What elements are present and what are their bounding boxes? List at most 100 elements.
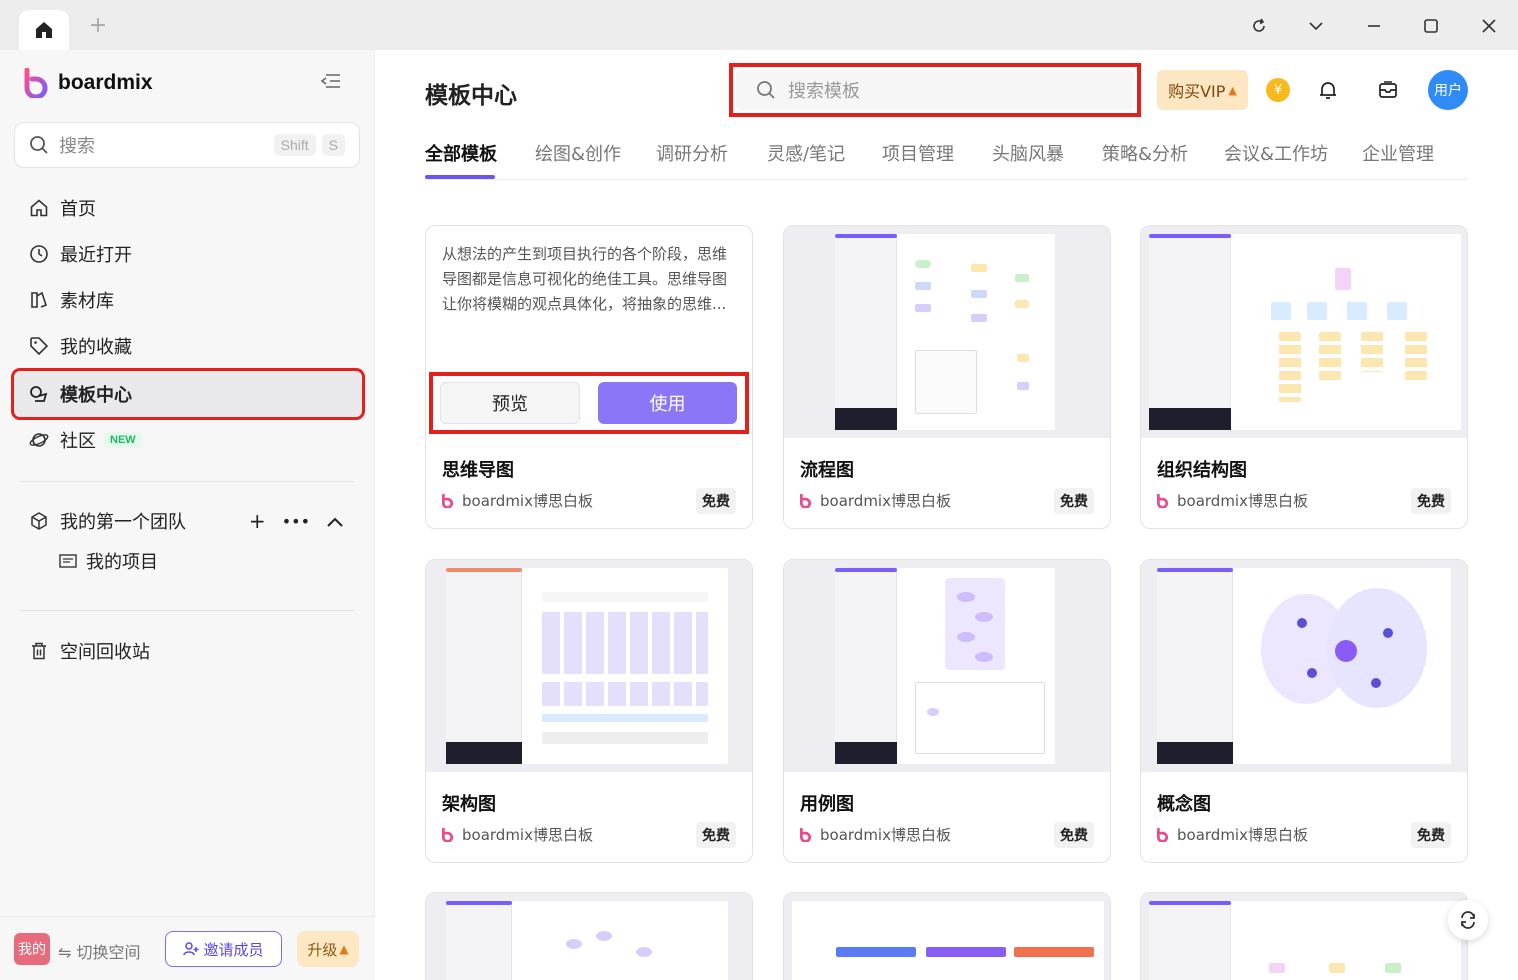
template-card-partial[interactable] xyxy=(783,892,1111,980)
template-thumbnail xyxy=(1141,893,1467,980)
template-card-orgchart[interactable]: 组织结构图 boardmix博思白板 免费 xyxy=(1140,225,1468,529)
card-title: 用例图 xyxy=(800,794,854,815)
card-title: 架构图 xyxy=(442,794,496,815)
thumbnail-sidebar xyxy=(835,568,897,764)
template-thumbnail xyxy=(426,893,752,980)
boardmix-logo-icon xyxy=(442,493,454,508)
arrow-up-icon: ▲ xyxy=(1228,83,1237,97)
template-thumbnail xyxy=(784,560,1110,772)
template-card-partial[interactable] xyxy=(425,892,753,980)
arrow-up-icon: ▲ xyxy=(339,942,349,956)
card-author: boardmix博思白板 xyxy=(442,824,593,845)
shortcut-s: S xyxy=(321,134,345,156)
boardmix-logo-icon xyxy=(442,827,454,842)
home-icon xyxy=(36,22,52,38)
refresh-fab-button[interactable] xyxy=(1448,900,1488,940)
template-card-flowchart[interactable]: 流程图 boardmix博思白板 免费 xyxy=(783,225,1111,529)
use-button[interactable]: 使用 xyxy=(598,382,737,424)
tab-meeting[interactable]: 会议&工作坊 xyxy=(1224,140,1328,166)
switch-space-button[interactable]: ⇋ 切换空间 xyxy=(58,939,141,963)
template-card-conceptmap[interactable]: 概念图 boardmix博思白板 免费 xyxy=(1140,559,1468,863)
author-name: boardmix博思白板 xyxy=(1177,826,1308,844)
preview-button[interactable]: 预览 xyxy=(440,382,580,424)
team-actions: + ••• xyxy=(249,509,344,533)
project-item[interactable]: 我的项目 xyxy=(58,548,158,574)
sidebar-item-templates[interactable]: 模板中心 xyxy=(11,368,365,420)
template-card-usecase[interactable]: 用例图 boardmix博思白板 免费 xyxy=(783,559,1111,863)
cube-icon xyxy=(28,510,50,532)
coin-icon[interactable]: ¥ xyxy=(1266,78,1290,102)
sidebar-item-home[interactable]: 首页 xyxy=(14,186,360,230)
space-avatar[interactable]: 我的 xyxy=(14,933,50,965)
card-actions-highlight: 预览 使用 xyxy=(429,372,749,434)
logo[interactable]: boardmix xyxy=(24,68,153,98)
tab-drawing[interactable]: 绘图&创作 xyxy=(535,140,621,166)
user-avatar[interactable]: 用户 xyxy=(1428,70,1468,110)
project-label: 我的项目 xyxy=(86,552,158,573)
sidebar-bottom-bar: 我的 ⇋ 切换空间 邀请成员 升级 ▲ xyxy=(0,916,375,980)
tab-brainstorm[interactable]: 头脑风暴 xyxy=(992,140,1064,166)
more-icon[interactable]: ••• xyxy=(282,512,310,531)
invite-members-button[interactable]: 邀请成员 xyxy=(165,931,282,967)
refresh-icon[interactable] xyxy=(1248,15,1270,37)
team-row[interactable]: 我的第一个团队 + ••• xyxy=(14,501,360,541)
sidebar-item-library[interactable]: 素材库 xyxy=(14,278,360,322)
sidebar-item-label: 我的收藏 xyxy=(60,337,132,358)
team-name: 我的第一个团队 xyxy=(60,512,186,533)
template-description: 从想法的产生到项目执行的各个阶段，思维导图都是信息可视化的绝佳工具。思维导图让你… xyxy=(442,245,728,313)
active-tab-indicator xyxy=(425,175,495,179)
tab-research[interactable]: 调研分析 xyxy=(656,140,728,166)
sidebar-item-community[interactable]: 社区 NEW xyxy=(14,418,360,462)
template-card-architecture[interactable]: 架构图 boardmix博思白板 免费 xyxy=(425,559,753,863)
price-badge: 免费 xyxy=(1054,822,1094,848)
thumbnail-sidebar xyxy=(835,234,897,430)
sidebar-search[interactable]: 搜索 Shift S xyxy=(14,122,360,168)
card-author: boardmix博思白板 xyxy=(442,490,593,511)
thumbnail-sidebar xyxy=(1149,234,1231,430)
upgrade-button[interactable]: 升级 ▲ xyxy=(297,931,359,967)
template-search-input[interactable]: 搜索模板 xyxy=(736,70,1134,110)
minimize-button[interactable] xyxy=(1363,15,1385,37)
inbox-icon[interactable] xyxy=(1376,78,1400,102)
shortcut-shift: Shift xyxy=(273,134,316,156)
main-content: 模板中心 搜索模板 购买VIP ▲ ¥ 用户 全部模板 绘图&创作 调研分析 灵… xyxy=(376,50,1518,980)
home-tab[interactable] xyxy=(19,10,69,50)
bell-icon[interactable] xyxy=(1316,78,1340,102)
sidebar-item-favorites[interactable]: 我的收藏 xyxy=(14,324,360,368)
upgrade-label: 升级 xyxy=(307,940,338,959)
thumbnail-canvas xyxy=(446,901,728,980)
author-name: boardmix博思白板 xyxy=(820,492,951,510)
thumbnail-sidebar xyxy=(1157,568,1233,764)
new-badge: NEW xyxy=(104,432,142,448)
boardmix-logo-icon xyxy=(800,827,812,842)
divider xyxy=(20,481,354,482)
thumbnail-canvas xyxy=(446,568,728,764)
vip-label: 购买VIP xyxy=(1168,82,1226,101)
buy-vip-button[interactable]: 购买VIP ▲ xyxy=(1157,70,1248,110)
tab-strategy[interactable]: 策略&分析 xyxy=(1102,140,1188,166)
chevron-down-icon[interactable] xyxy=(1305,15,1327,37)
tab-all[interactable]: 全部模板 xyxy=(425,140,497,166)
new-tab-button[interactable]: + xyxy=(86,14,110,38)
price-badge: 免费 xyxy=(696,488,736,514)
tab-notes[interactable]: 灵感/笔记 xyxy=(767,140,845,166)
library-icon xyxy=(28,289,50,311)
thumbnail-canvas xyxy=(1149,234,1461,430)
invite-label: 邀请成员 xyxy=(203,940,264,959)
maximize-button[interactable] xyxy=(1420,15,1442,37)
close-button[interactable] xyxy=(1478,15,1500,37)
sidebar-item-trash[interactable]: 空间回收站 xyxy=(14,629,360,673)
sidebar-item-label: 社区 xyxy=(60,431,96,452)
tab-enterprise[interactable]: 企业管理 xyxy=(1362,140,1434,166)
tab-project[interactable]: 项目管理 xyxy=(882,140,954,166)
add-icon[interactable]: + xyxy=(249,509,266,533)
template-card-partial[interactable] xyxy=(1140,892,1468,980)
price-badge: 免费 xyxy=(696,822,736,848)
chevron-up-icon[interactable] xyxy=(326,509,344,533)
sidebar-item-recent[interactable]: 最近打开 xyxy=(14,232,360,276)
thumbnail-canvas xyxy=(835,568,1055,764)
add-user-icon xyxy=(183,942,199,956)
template-card-mindmap[interactable]: 从想法的产生到项目执行的各个阶段，思维导图都是信息可视化的绝佳工具。思维导图让你… xyxy=(425,225,753,529)
template-thumbnail xyxy=(426,560,752,772)
collapse-sidebar-icon[interactable] xyxy=(320,72,344,94)
